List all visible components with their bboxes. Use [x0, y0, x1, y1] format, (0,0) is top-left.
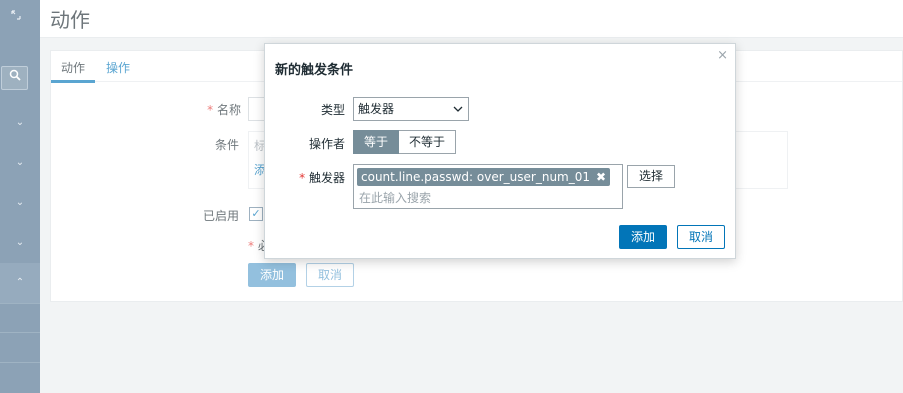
dialog-cancel-button[interactable]: 取消 — [677, 225, 725, 249]
dialog-title: 新的触发条件 — [275, 63, 354, 78]
trigger-search-input[interactable]: 在此输入搜索 — [359, 189, 431, 206]
type-label: 类型 — [320, 103, 345, 117]
select-button[interactable]: 选择 — [627, 165, 675, 188]
new-trigger-condition-dialog: 新的触发条件 × 类型 触发器 操作者 等于 不等于 * 触发器 count.l… — [264, 43, 736, 259]
operator-equals-option[interactable]: 等于 — [353, 130, 400, 154]
operator-label: 操作者 — [308, 137, 345, 151]
type-select[interactable]: 触发器 — [353, 97, 469, 121]
trigger-multiselect[interactable]: count.line.passwd: over_user_num_01 ✖ 在此输… — [353, 164, 623, 209]
chevron-down-icon — [453, 98, 463, 129]
trigger-chip-label: count.line.passwd: over_user_num_01 — [361, 170, 591, 184]
type-select-value: 触发器 — [358, 102, 395, 116]
trigger-label: * 触发器 — [299, 171, 345, 185]
operator-radio-group: 等于 不等于 — [353, 130, 457, 154]
remove-chip-icon[interactable]: ✖ — [596, 170, 606, 184]
close-icon[interactable]: × — [717, 48, 728, 63]
operator-not-equals-option[interactable]: 不等于 — [399, 130, 457, 154]
trigger-chip: count.line.passwd: over_user_num_01 ✖ — [357, 168, 611, 186]
dialog-add-button[interactable]: 添加 — [619, 225, 667, 249]
